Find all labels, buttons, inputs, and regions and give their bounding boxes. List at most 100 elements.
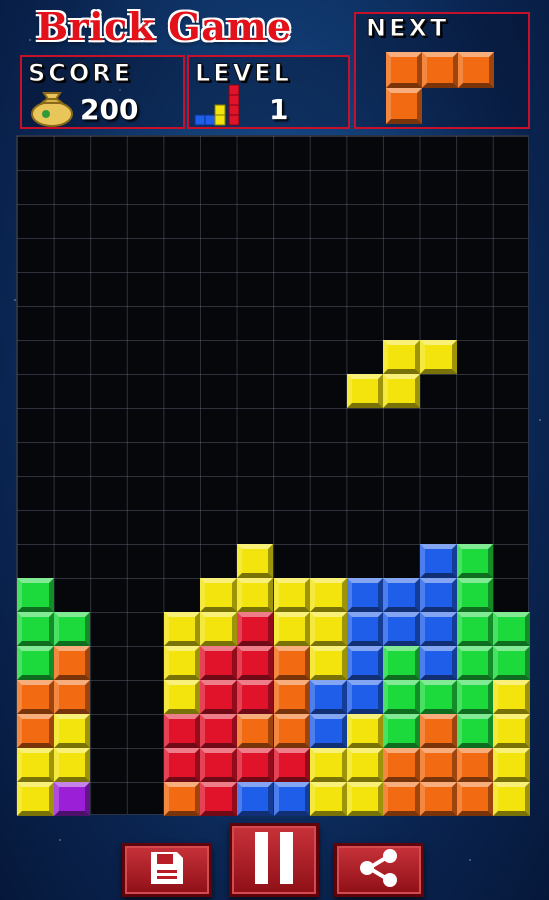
game-title: Brick Game — [36, 4, 292, 49]
board-brick — [310, 612, 347, 646]
board-brick — [310, 680, 347, 714]
board-brick — [420, 748, 457, 782]
board-brick — [493, 782, 530, 816]
board-brick — [456, 612, 494, 646]
board-brick — [236, 578, 274, 612]
board-brick — [17, 782, 54, 816]
falling-piece-brick — [420, 340, 457, 374]
board-brick — [383, 612, 421, 646]
share-icon — [357, 848, 401, 892]
board-brick — [17, 646, 54, 680]
board-brick — [236, 544, 274, 578]
board-brick — [493, 612, 530, 646]
level-panel: LEVEL 1 — [187, 55, 350, 129]
board-brick — [236, 646, 274, 680]
board-brick — [310, 578, 347, 612]
board-brick — [163, 782, 201, 816]
board-brick — [346, 748, 384, 782]
board-brick — [420, 578, 457, 612]
board-brick — [200, 748, 237, 782]
board-brick — [53, 782, 91, 816]
board-brick — [456, 782, 494, 816]
score-panel: SCORE 200 — [20, 55, 185, 129]
board-brick — [53, 680, 91, 714]
board-brick — [456, 680, 494, 714]
board-brick — [493, 714, 530, 748]
board-brick — [383, 578, 421, 612]
save-icon — [147, 848, 187, 892]
board-brick — [273, 714, 311, 748]
level-value: 1 — [269, 93, 289, 126]
board-brick — [200, 612, 237, 646]
board-brick — [346, 714, 384, 748]
next-panel: NEXT — [354, 12, 530, 129]
board-brick — [17, 714, 54, 748]
board-brick — [273, 578, 311, 612]
falling-piece-brick — [346, 374, 384, 408]
next-piece-brick — [422, 52, 458, 88]
falling-piece-brick — [383, 374, 421, 408]
board-brick — [53, 646, 91, 680]
game-board[interactable] — [16, 135, 530, 816]
board-brick — [17, 578, 54, 612]
level-bars-icon — [193, 83, 245, 127]
board-brick — [383, 782, 421, 816]
board-brick — [310, 714, 347, 748]
score-label: SCORE — [27, 59, 134, 88]
board-brick — [456, 748, 494, 782]
board-brick — [273, 680, 311, 714]
board-brick — [273, 748, 311, 782]
board-brick — [383, 680, 421, 714]
board-brick — [346, 612, 384, 646]
board-brick — [346, 782, 384, 816]
board-brick — [383, 748, 421, 782]
board-brick — [493, 748, 530, 782]
board-brick — [236, 748, 274, 782]
next-piece-preview — [386, 52, 496, 124]
board-brick — [236, 714, 274, 748]
board-brick — [200, 646, 237, 680]
board-brick — [163, 612, 201, 646]
board-brick — [383, 714, 421, 748]
pause-button[interactable] — [229, 823, 319, 897]
board-brick — [346, 646, 384, 680]
next-piece-brick — [458, 52, 494, 88]
board-brick — [456, 714, 494, 748]
falling-piece-brick — [383, 340, 421, 374]
next-piece-brick — [386, 88, 422, 124]
board-brick — [456, 578, 494, 612]
board-brick — [420, 714, 457, 748]
board-brick — [163, 714, 201, 748]
pause-icon — [249, 830, 299, 890]
save-button[interactable] — [122, 843, 212, 897]
board-brick — [273, 646, 311, 680]
board-brick — [420, 612, 457, 646]
board-brick — [420, 782, 457, 816]
board-brick — [200, 680, 237, 714]
board-brick — [236, 782, 274, 816]
score-value: 200 — [80, 93, 139, 126]
share-button[interactable] — [334, 843, 424, 897]
board-brick — [163, 646, 201, 680]
board-brick — [456, 544, 494, 578]
board-brick — [53, 612, 91, 646]
board-brick — [163, 748, 201, 782]
next-label: NEXT — [365, 14, 450, 43]
board-brick — [200, 578, 237, 612]
board-brick — [17, 612, 54, 646]
next-piece-brick — [386, 52, 422, 88]
board-brick — [420, 544, 457, 578]
board-brick — [273, 782, 311, 816]
board-brick — [420, 680, 457, 714]
board-brick — [200, 714, 237, 748]
money-bag-icon — [28, 87, 76, 127]
board-brick — [200, 782, 237, 816]
board-brick — [236, 612, 274, 646]
board-brick — [310, 748, 347, 782]
board-brick — [493, 680, 530, 714]
board-brick — [420, 646, 457, 680]
board-brick — [17, 680, 54, 714]
board-brick — [53, 714, 91, 748]
board-brick — [493, 646, 530, 680]
board-brick — [383, 646, 421, 680]
